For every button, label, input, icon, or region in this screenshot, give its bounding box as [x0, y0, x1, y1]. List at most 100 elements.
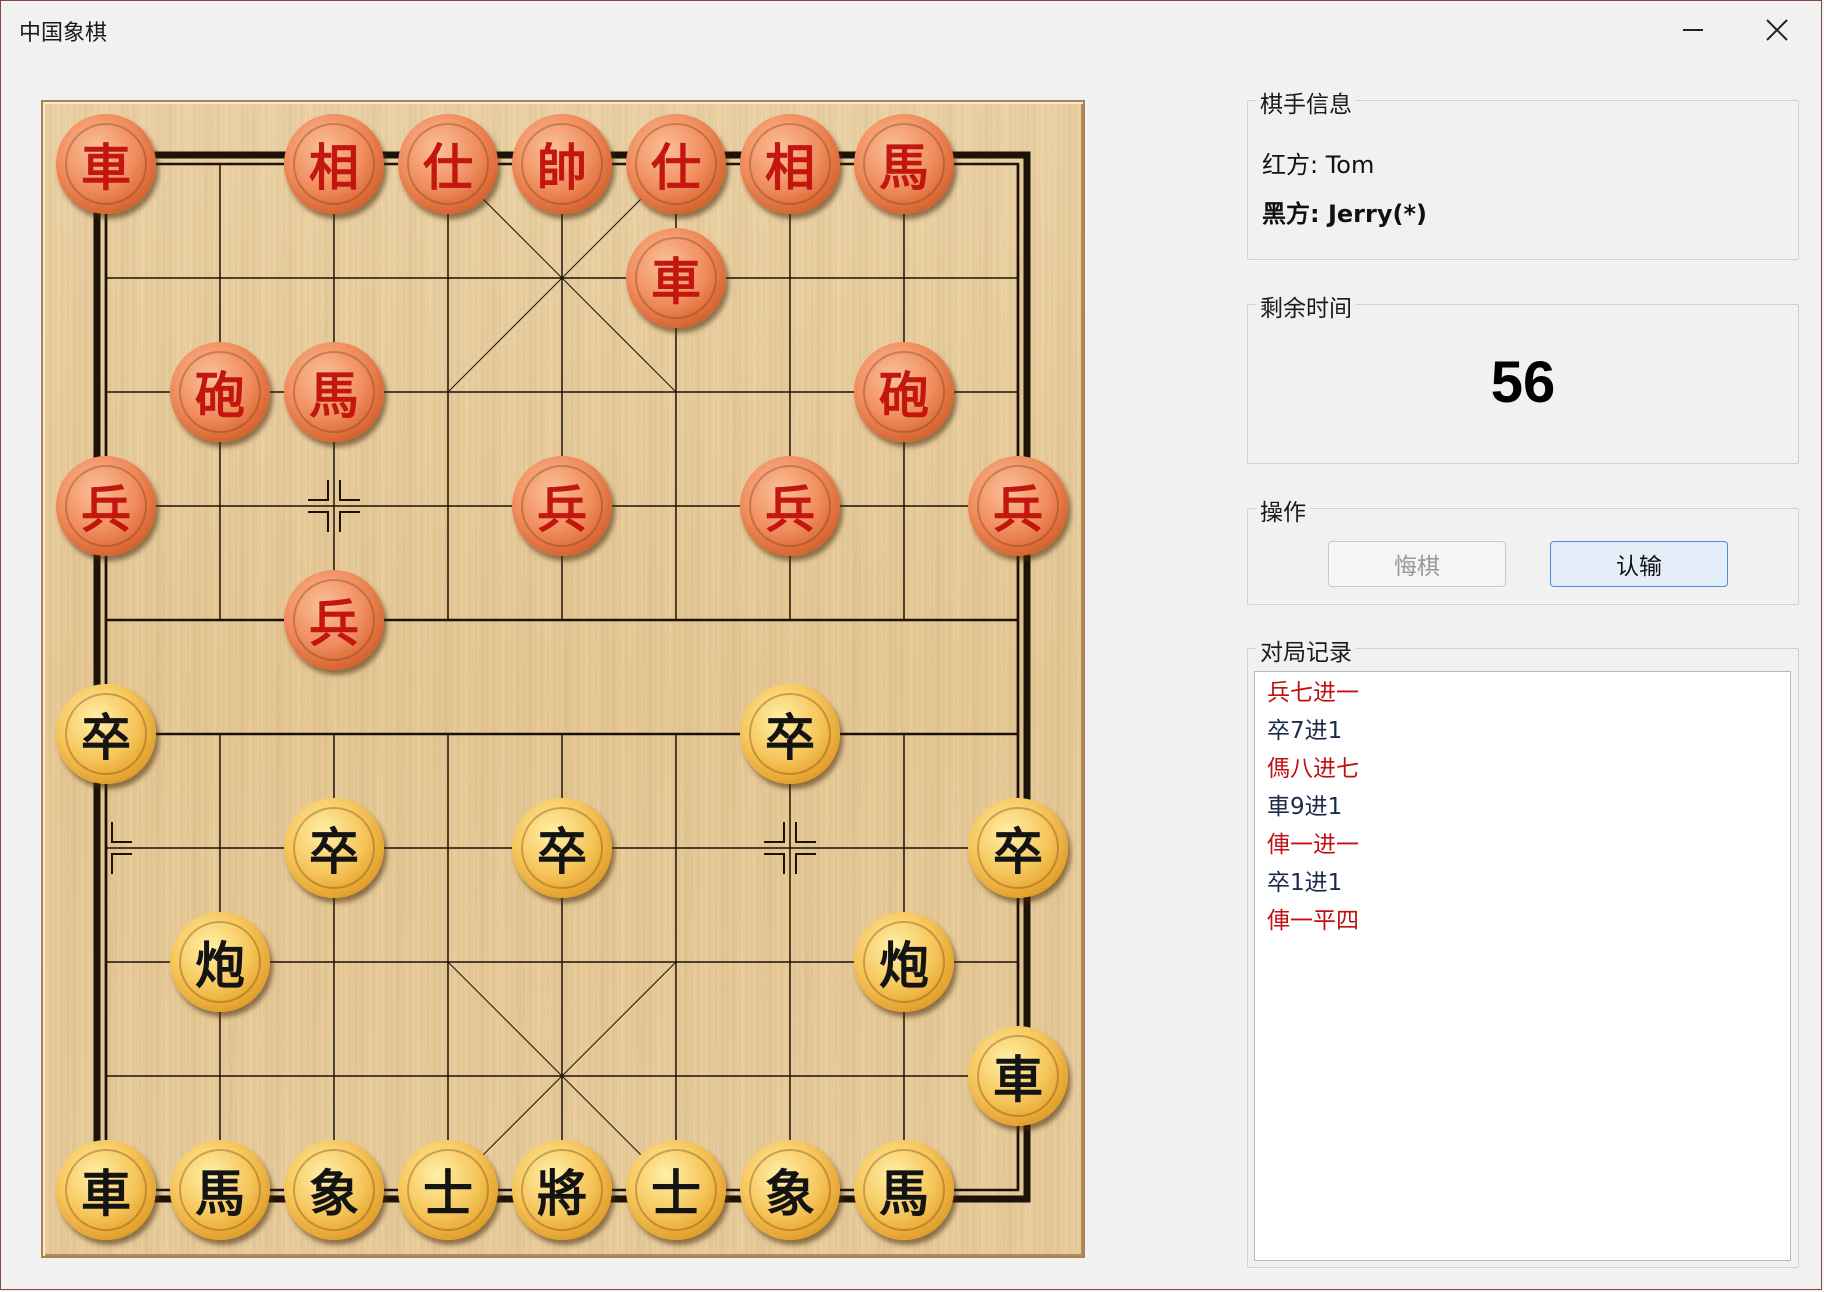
undo-button[interactable]: 悔棋 — [1328, 541, 1506, 587]
title-bar[interactable]: 中国象棋 — [1, 1, 1821, 59]
black-piece[interactable]: 車 — [56, 1140, 156, 1240]
piece-label: 馬 — [179, 1149, 261, 1231]
red-piece[interactable]: 仕 — [626, 114, 726, 214]
black-piece[interactable]: 士 — [398, 1140, 498, 1240]
position-marker — [795, 853, 816, 874]
black-piece[interactable]: 炮 — [170, 912, 270, 1012]
move-log-label: 对局记录 — [1256, 633, 1356, 667]
black-piece[interactable]: 卒 — [56, 684, 156, 784]
piece-label: 卒 — [65, 693, 147, 775]
piece-label: 卒 — [521, 807, 603, 889]
move-log-panel: 对局记录 兵七进一 卒7进1 傌八进七 車9进1 俥一进一 卒1进1 俥一平四 — [1247, 633, 1799, 1268]
piece-label: 馬 — [293, 351, 375, 433]
piece-label: 士 — [407, 1149, 489, 1231]
black-piece[interactable]: 馬 — [854, 1140, 954, 1240]
black-piece[interactable]: 象 — [740, 1140, 840, 1240]
move-log-item[interactable]: 俥一进一 — [1267, 826, 1778, 864]
position-marker — [308, 480, 329, 501]
position-marker — [795, 822, 816, 843]
piece-label: 兵 — [749, 465, 831, 547]
piece-label: 車 — [65, 1149, 147, 1231]
red-piece[interactable]: 仕 — [398, 114, 498, 214]
piece-label: 馬 — [863, 1149, 945, 1231]
piece-label: 相 — [749, 123, 831, 205]
position-marker — [308, 511, 329, 532]
piece-label: 炮 — [863, 921, 945, 1003]
piece-label: 卒 — [293, 807, 375, 889]
operations-label: 操作 — [1256, 493, 1310, 527]
move-log-item[interactable]: 傌八进七 — [1267, 750, 1778, 788]
piece-label: 砲 — [863, 351, 945, 433]
piece-label: 兵 — [65, 465, 147, 547]
position-marker — [339, 480, 360, 501]
red-piece[interactable]: 兵 — [284, 570, 384, 670]
black-piece[interactable]: 馬 — [170, 1140, 270, 1240]
window-title: 中国象棋 — [19, 21, 108, 46]
piece-label: 兵 — [293, 579, 375, 661]
time-remaining: 56 — [1490, 350, 1556, 415]
red-piece[interactable]: 車 — [56, 114, 156, 214]
piece-label: 炮 — [179, 921, 261, 1003]
red-piece[interactable]: 砲 — [854, 342, 954, 442]
move-log-item[interactable]: 車9进1 — [1267, 788, 1778, 826]
move-log-item[interactable]: 卒1进1 — [1267, 864, 1778, 902]
piece-label: 馬 — [863, 123, 945, 205]
red-piece[interactable]: 兵 — [56, 456, 156, 556]
close-button[interactable] — [1737, 1, 1817, 59]
player-info-panel: 棋手信息 红方: Tom 黑方: Jerry(*) — [1247, 85, 1799, 260]
piece-label: 車 — [635, 237, 717, 319]
board-grid — [93, 151, 1031, 1203]
piece-label: 相 — [293, 123, 375, 205]
red-piece[interactable]: 相 — [740, 114, 840, 214]
black-piece[interactable]: 車 — [968, 1026, 1068, 1126]
position-marker — [111, 853, 132, 874]
position-marker — [764, 853, 785, 874]
position-marker — [111, 822, 132, 843]
red-piece[interactable]: 帥 — [512, 114, 612, 214]
player-info-label: 棋手信息 — [1256, 85, 1356, 119]
minimize-button[interactable] — [1653, 1, 1733, 59]
chess-board[interactable]: 車相仕帥仕相馬車砲馬砲兵兵兵兵兵卒卒卒卒卒炮炮車車馬象士將士象馬 — [43, 102, 1083, 1256]
app-window: 中国象棋 車相仕帥仕相馬車砲馬砲兵兵兵兵兵卒卒卒卒卒炮炮車車馬象士將士象馬 棋手… — [0, 0, 1822, 1290]
piece-label: 兵 — [977, 465, 1059, 547]
close-icon — [1766, 19, 1788, 41]
timer-label: 剩余时间 — [1256, 289, 1356, 323]
black-player: 黑方: Jerry(*) — [1262, 200, 1427, 228]
black-piece[interactable]: 士 — [626, 1140, 726, 1240]
red-piece[interactable]: 馬 — [854, 114, 954, 214]
position-marker — [339, 511, 360, 532]
piece-label: 將 — [521, 1149, 603, 1231]
black-piece[interactable]: 卒 — [512, 798, 612, 898]
red-piece[interactable]: 相 — [284, 114, 384, 214]
red-piece[interactable]: 馬 — [284, 342, 384, 442]
red-piece[interactable]: 兵 — [512, 456, 612, 556]
black-piece[interactable]: 卒 — [284, 798, 384, 898]
black-piece[interactable]: 卒 — [968, 798, 1068, 898]
red-piece[interactable]: 砲 — [170, 342, 270, 442]
piece-label: 車 — [65, 123, 147, 205]
red-piece[interactable]: 車 — [626, 228, 726, 328]
move-log-item[interactable]: 卒7进1 — [1267, 712, 1778, 750]
piece-label: 卒 — [749, 693, 831, 775]
minimize-icon — [1683, 29, 1703, 31]
move-log-list[interactable]: 兵七进一 卒7进1 傌八进七 車9进1 俥一进一 卒1进1 俥一平四 — [1254, 671, 1791, 1261]
black-piece[interactable]: 卒 — [740, 684, 840, 784]
piece-label: 象 — [749, 1149, 831, 1231]
piece-label: 象 — [293, 1149, 375, 1231]
operations-panel: 操作 悔棋 认输 — [1247, 493, 1799, 605]
black-piece[interactable]: 將 — [512, 1140, 612, 1240]
piece-label: 車 — [977, 1035, 1059, 1117]
move-log-item[interactable]: 兵七进一 — [1267, 674, 1778, 712]
timer-panel: 剩余时间 56 — [1247, 289, 1799, 464]
piece-label: 砲 — [179, 351, 261, 433]
piece-label: 士 — [635, 1149, 717, 1231]
red-piece[interactable]: 兵 — [968, 456, 1068, 556]
red-piece[interactable]: 兵 — [740, 456, 840, 556]
resign-button[interactable]: 认输 — [1550, 541, 1728, 587]
black-piece[interactable]: 象 — [284, 1140, 384, 1240]
black-piece[interactable]: 炮 — [854, 912, 954, 1012]
piece-label: 帥 — [521, 123, 603, 205]
move-log-item[interactable]: 俥一平四 — [1267, 902, 1778, 940]
piece-label: 仕 — [635, 123, 717, 205]
piece-label: 兵 — [521, 465, 603, 547]
